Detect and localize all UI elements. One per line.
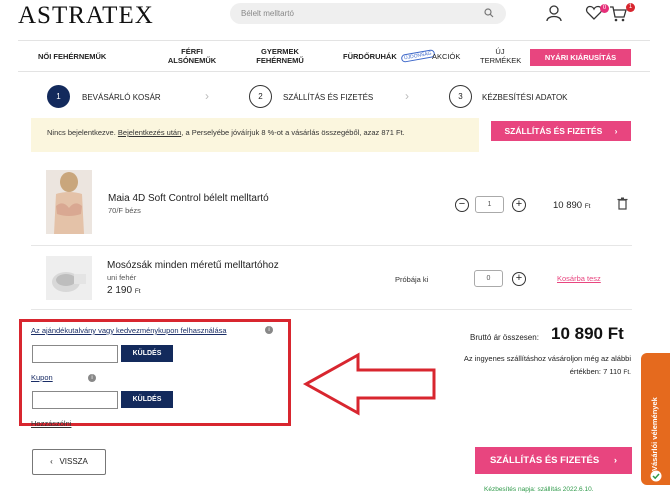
increase-quantity-button[interactable]: + bbox=[512, 198, 526, 212]
product-price: 2 190 Ft bbox=[107, 285, 141, 296]
step-1-circle: 1 bbox=[47, 85, 70, 108]
row-divider bbox=[31, 309, 632, 310]
info-icon[interactable]: i bbox=[88, 374, 96, 382]
nav-new-products[interactable]: ÚJ TERMÉKEK bbox=[480, 47, 521, 65]
shipping-payment-bottom-label: SZÁLLÍTÁS ÉS FIZETÉS bbox=[489, 455, 600, 466]
customer-reviews-label: Vásárlói vélemények bbox=[650, 397, 659, 471]
product-price: 10 890 Ft bbox=[553, 200, 590, 211]
coupon-input[interactable] bbox=[32, 391, 118, 409]
notice-prefix: Nincs bejelentkezve. bbox=[47, 128, 116, 137]
total-price: 10 890 Ft bbox=[551, 324, 624, 344]
nav-children[interactable]: GYERMEK FEHÉRNEMŰ bbox=[250, 47, 310, 65]
trash-icon[interactable] bbox=[617, 197, 628, 210]
logo[interactable]: ASTRATEX bbox=[18, 2, 154, 30]
decrease-quantity-button[interactable]: − bbox=[455, 198, 469, 212]
shipping-payment-bottom-button[interactable]: SZÁLLÍTÁS ÉS FIZETÉS › bbox=[475, 447, 632, 474]
coupon-link[interactable]: Kupon bbox=[31, 373, 53, 382]
nav-men[interactable]: FÉRFI ALSÓNEMŰK bbox=[162, 47, 222, 65]
product-price-value: 10 890 bbox=[553, 200, 583, 211]
gift-voucher-send-button[interactable]: KÜLDÉS bbox=[121, 345, 173, 362]
step-3-label: KÉZBESÍTÉSI ADATOK bbox=[482, 93, 568, 102]
check-badge-icon bbox=[650, 470, 662, 482]
step-1-label: BEVÁSÁRLÓ KOSÁR bbox=[82, 93, 161, 102]
product-price-currency: Ft bbox=[584, 203, 591, 210]
total-value: 10 890 bbox=[551, 324, 603, 343]
highlight-box bbox=[19, 319, 291, 426]
gift-voucher-link[interactable]: Az ajándékutalvány vagy kedvezménykupon … bbox=[31, 326, 227, 335]
cart-icon[interactable] bbox=[609, 5, 627, 23]
quantity-input[interactable] bbox=[474, 270, 503, 287]
gift-voucher-input[interactable] bbox=[32, 345, 118, 363]
chevron-right-icon: › bbox=[614, 126, 618, 136]
step-2-circle: 2 bbox=[249, 85, 272, 108]
comment-link[interactable]: Hozzászólni bbox=[31, 419, 71, 428]
product-variant: 70/F bézs bbox=[108, 206, 141, 215]
total-currency: Ft bbox=[607, 324, 624, 343]
product-name[interactable]: Maia 4D Soft Control bélelt melltartó bbox=[108, 193, 269, 204]
search-icon[interactable] bbox=[484, 8, 494, 18]
login-link[interactable]: Bejelentkezés után bbox=[118, 128, 181, 137]
total-label: Bruttó ár összesen: bbox=[470, 333, 539, 342]
delivery-date-note: Kézbesítés napja: szállítás 2022.6.10. bbox=[484, 486, 594, 493]
free-shipping-amount: értékben: 7 110 bbox=[569, 367, 622, 376]
cart-count-badge: 1 bbox=[626, 3, 635, 12]
step-3-circle: 3 bbox=[449, 85, 472, 108]
coupon-send-button[interactable]: KÜLDÉS bbox=[121, 391, 173, 408]
search-input[interactable] bbox=[230, 3, 506, 24]
chevron-left-icon: ‹ bbox=[50, 457, 53, 466]
info-icon[interactable]: i bbox=[265, 326, 273, 334]
free-shipping-line-2: értékben: 7 110 Ft. bbox=[400, 365, 631, 379]
user-icon[interactable] bbox=[545, 4, 563, 22]
summer-sale-button[interactable]: NYÁRI KIÁRUSÍTÁS bbox=[530, 49, 631, 66]
shipping-payment-top-label: SZÁLLÍTÁS ÉS FIZETÉS bbox=[504, 126, 603, 136]
login-notice-text: Nincs bejelentkezve. Bejelentkezés után,… bbox=[47, 126, 477, 139]
nav-divider bbox=[18, 71, 650, 72]
product-image-wash-bag[interactable] bbox=[46, 256, 92, 300]
free-shipping-line-1: Az ingyenes szállításhoz vásároljon még … bbox=[463, 354, 631, 363]
step-2-label: SZÁLLÍTÁS ÉS FIZETÉS bbox=[283, 93, 374, 102]
nav-sales[interactable]: AKCIÓK bbox=[432, 52, 460, 61]
quantity-input[interactable] bbox=[475, 196, 504, 213]
back-button[interactable]: ‹ VISSZA bbox=[32, 449, 106, 475]
increase-quantity-button[interactable]: + bbox=[512, 272, 526, 286]
product-image-bra[interactable] bbox=[46, 170, 92, 234]
chevron-right-icon: › bbox=[613, 455, 618, 466]
product-price-value: 2 190 bbox=[107, 285, 133, 296]
shipping-payment-top-button[interactable]: SZÁLLÍTÁS ÉS FIZETÉS › bbox=[491, 121, 631, 141]
wishlist-count-badge: 0 bbox=[600, 4, 609, 13]
back-label: VISSZA bbox=[59, 457, 88, 466]
header-divider bbox=[18, 40, 650, 41]
nav-swimwear[interactable]: FÜRDŐRUHÁK bbox=[343, 52, 397, 61]
chevron-right-icon: › bbox=[405, 89, 409, 103]
row-divider bbox=[31, 245, 632, 246]
try-it-label: Próbája ki bbox=[395, 275, 429, 284]
new-tag: ÚJDONSÁG bbox=[400, 49, 436, 63]
product-price-currency: Ft bbox=[134, 288, 141, 295]
free-shipping-note: Az ingyenes szállításhoz vásároljon még … bbox=[400, 352, 631, 379]
notice-rest: , a Perselyébe jóváírjuk 8 %-ot a vásárl… bbox=[181, 128, 405, 137]
free-shipping-currency: Ft. bbox=[623, 369, 631, 376]
product-variant: uni fehér bbox=[107, 273, 137, 282]
chevron-right-icon: › bbox=[205, 89, 209, 103]
add-to-cart-link[interactable]: Kosárba tesz bbox=[557, 274, 601, 283]
product-name[interactable]: Mosózsák minden méretű melltartóhoz bbox=[107, 260, 279, 271]
nav-women[interactable]: NŐI FEHÉRNEMŰK bbox=[38, 52, 106, 61]
customer-reviews-tab[interactable]: Vásárlói vélemények bbox=[641, 353, 670, 485]
search-bar[interactable] bbox=[230, 3, 506, 24]
